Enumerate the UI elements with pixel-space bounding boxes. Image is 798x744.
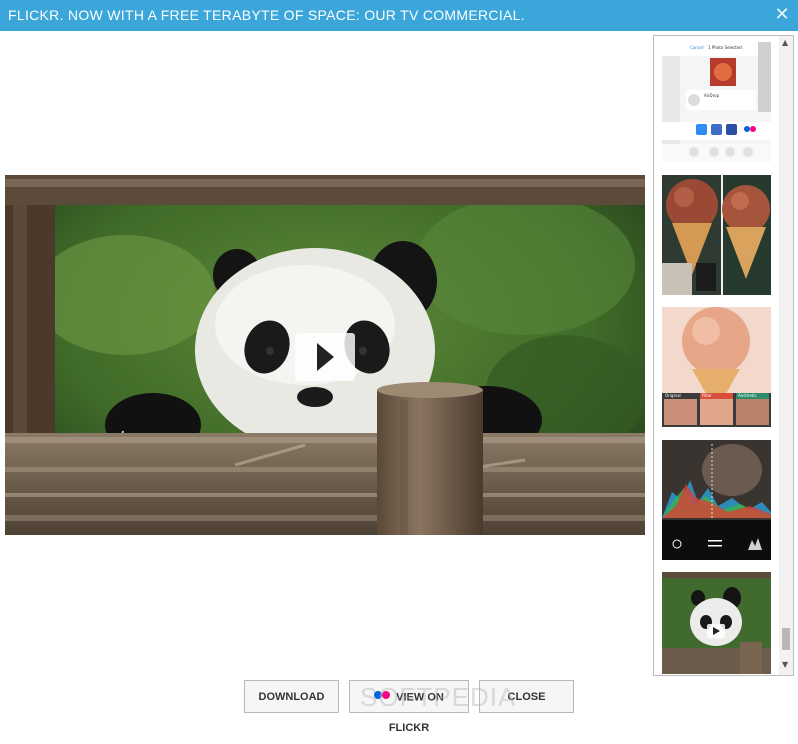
close-button[interactable]: CLOSE: [479, 680, 574, 713]
title-bar: FLICKR. NOW WITH A FREE TERABYTE OF SPAC…: [0, 0, 798, 31]
view-on-flickr-button[interactable]: VIEW ON FLICKR: [349, 680, 469, 734]
thumbnail-list[interactable]: Cancel 1 Photo Selected AirDrop Original…: [653, 35, 794, 676]
histogram-editor-image: [662, 440, 771, 560]
scroll-down-icon[interactable]: ▼: [782, 660, 788, 669]
share-sheet-header: 1 Photo Selected: [708, 45, 742, 50]
filter-label-aesthetic: Aesthetic: [738, 393, 757, 398]
share-sheet-airdrop: AirDrop: [704, 93, 720, 98]
view-on-flickr-label: VIEW ON FLICKR: [388, 691, 444, 735]
close-icon[interactable]: ✕: [773, 5, 791, 25]
thumbnail-item[interactable]: [662, 440, 771, 560]
share-sheet-thumbnail-image: [662, 42, 771, 162]
flickr-logo-icon: [374, 681, 391, 712]
panda-thumbnail-image: [662, 572, 771, 674]
main-video-preview[interactable]: [5, 175, 645, 535]
ice-cream-filters-image: [662, 307, 771, 427]
download-button[interactable]: DOWNLOAD: [244, 680, 339, 713]
scrollbar-thumb[interactable]: [782, 628, 790, 650]
play-button[interactable]: [295, 333, 355, 381]
ice-cream-comparison-image: [662, 175, 771, 295]
thumbnail-item[interactable]: [662, 572, 771, 674]
window-title: FLICKR. NOW WITH A FREE TERABYTE OF SPAC…: [8, 7, 525, 23]
scroll-up-icon[interactable]: ▲: [782, 38, 788, 47]
filter-label-original: Original: [665, 393, 681, 398]
thumbnail-item[interactable]: Original Filter Aesthetic: [662, 307, 771, 427]
thumbnail-scrollbar[interactable]: ▲ ▼: [779, 36, 793, 675]
thumbnail-item[interactable]: [662, 175, 771, 295]
share-sheet-cancel: Cancel: [690, 45, 704, 50]
filter-label-filter: Filter: [702, 393, 712, 398]
thumbnail-item[interactable]: Cancel 1 Photo Selected AirDrop: [662, 42, 771, 162]
